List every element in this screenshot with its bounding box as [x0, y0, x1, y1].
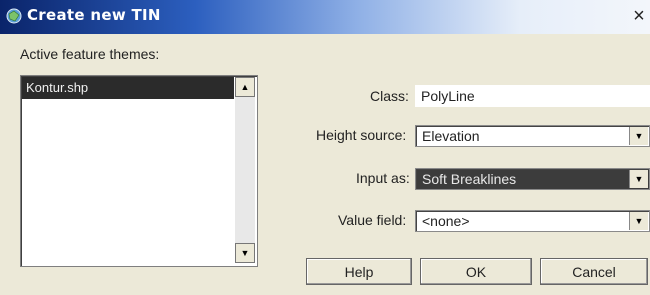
title-bar[interactable]: Create new TIN × [0, 0, 650, 34]
ok-button[interactable]: OK [420, 258, 532, 285]
create-new-tin-dialog: Create new TIN × Active feature themes: … [0, 0, 650, 295]
height-source-select[interactable]: Elevation ▼ [415, 125, 650, 147]
active-themes-label: Active feature themes: [20, 46, 160, 62]
tin-globe-icon [6, 8, 22, 24]
class-label: Class: [370, 88, 409, 104]
scroll-down-arrow-icon[interactable]: ▼ [235, 243, 255, 263]
window-title: Create new TIN [27, 6, 161, 24]
cancel-button[interactable]: Cancel [540, 258, 648, 285]
value-field-select[interactable]: <none> ▼ [415, 210, 650, 232]
close-icon: × [633, 5, 645, 27]
input-as-value: Soft Breaklines [422, 171, 517, 187]
height-source-value: Elevation [422, 128, 480, 144]
dropdown-arrow-icon[interactable]: ▼ [629, 127, 648, 145]
dropdown-arrow-icon[interactable]: ▼ [629, 212, 648, 230]
class-value: PolyLine [415, 85, 650, 107]
dropdown-arrow-icon[interactable]: ▼ [629, 170, 648, 188]
value-field-label: Value field: [338, 212, 407, 228]
value-field-value: <none> [422, 213, 470, 229]
themes-list[interactable]: Kontur.shp ▲ ▼ [20, 75, 258, 267]
help-button[interactable]: Help [306, 258, 412, 285]
list-scrollbar[interactable]: ▲ ▼ [235, 77, 255, 263]
input-as-label: Input as: [356, 170, 410, 186]
scroll-up-arrow-icon[interactable]: ▲ [235, 77, 255, 97]
list-item[interactable]: Kontur.shp [22, 77, 234, 99]
input-as-select[interactable]: Soft Breaklines ▼ [415, 168, 650, 190]
close-button[interactable]: × [628, 5, 650, 27]
height-source-label: Height source: [316, 127, 407, 143]
